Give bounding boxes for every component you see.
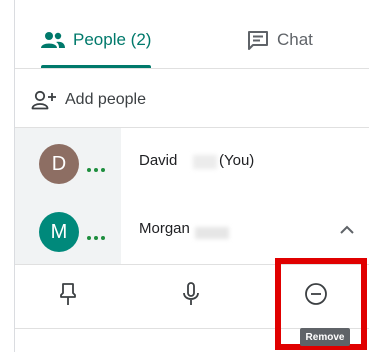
participant-name: David: [139, 152, 178, 169]
remove-tooltip: Remove: [300, 328, 350, 346]
add-people-label: Add people: [65, 91, 146, 108]
panel-tabs: People (2) Chat: [15, 0, 369, 72]
microphone-icon: [183, 282, 199, 305]
tab-chat-label: Chat: [277, 30, 313, 49]
pin-button[interactable]: [53, 279, 83, 309]
participant-row-david[interactable]: D David (You): [15, 128, 369, 196]
add-people-button[interactable]: Add people: [31, 85, 146, 115]
tab-chat[interactable]: Chat: [247, 22, 313, 58]
mute-button[interactable]: [176, 279, 206, 309]
participant-you-label: (You): [219, 152, 255, 169]
participant-name: Morgan: [139, 220, 190, 237]
pin-icon: [60, 283, 76, 305]
redacted-surname: [195, 227, 229, 239]
tabs-divider: [15, 68, 369, 69]
participant-row-morgan[interactable]: M Morgan: [15, 196, 369, 264]
speaking-indicator: [87, 168, 105, 172]
avatar: D: [39, 144, 79, 184]
avatar: M: [39, 212, 79, 252]
add-person-icon: [31, 90, 56, 110]
avatar-initial: M: [50, 220, 68, 243]
participant-list: D David (You) M Morgan: [15, 128, 369, 264]
redacted-surname: [193, 155, 217, 169]
people-icon: [41, 32, 65, 48]
tab-people-label: People (2): [73, 30, 152, 49]
avatar-initial: D: [51, 152, 67, 175]
tab-people[interactable]: People (2): [41, 22, 151, 58]
speaking-indicator: [87, 236, 105, 240]
chevron-up-icon[interactable]: [337, 220, 357, 240]
chat-icon: [248, 31, 268, 50]
people-panel: People (2) Chat Add people D David (You)…: [14, 0, 369, 352]
